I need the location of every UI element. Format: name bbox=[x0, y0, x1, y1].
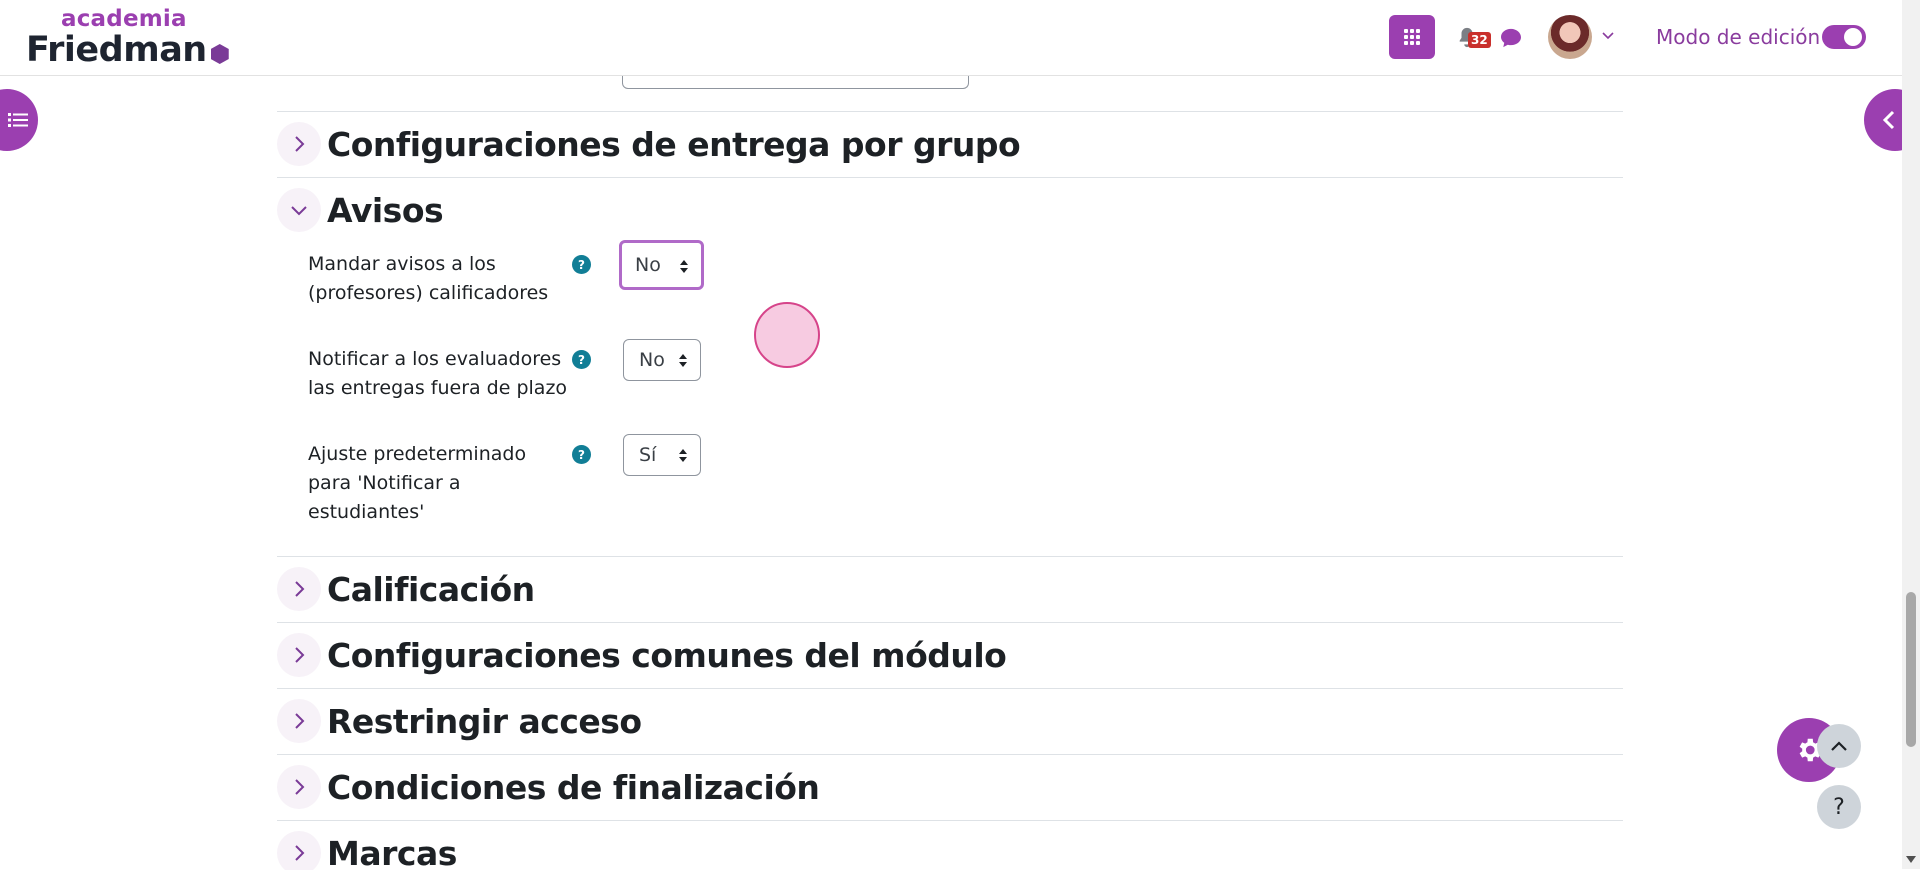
chevron-right-icon bbox=[293, 580, 305, 598]
sort-arrows-icon bbox=[678, 353, 688, 368]
help-icon[interactable]: ? bbox=[572, 445, 591, 464]
grid-icon bbox=[1404, 29, 1420, 45]
help-icon[interactable]: ? bbox=[572, 255, 591, 274]
chevron-right-icon bbox=[293, 135, 305, 153]
expand-button[interactable] bbox=[277, 765, 321, 809]
send-notices-row: Mandar avisos a los (profesores) calific… bbox=[308, 250, 591, 308]
late-notify-label: Notificar a los evaluadores las entregas… bbox=[308, 345, 568, 403]
default-notify-select[interactable]: Sí bbox=[623, 434, 701, 476]
section-notices: Avisos bbox=[277, 177, 1623, 242]
messages-icon[interactable] bbox=[1500, 28, 1522, 48]
section-title[interactable]: Configuraciones comunes del módulo bbox=[327, 636, 1006, 675]
user-avatar[interactable] bbox=[1548, 15, 1592, 59]
chevron-right-icon bbox=[293, 778, 305, 796]
section-title[interactable]: Condiciones de finalización bbox=[327, 768, 819, 807]
section-title[interactable]: Avisos bbox=[327, 191, 443, 230]
apps-menu-button[interactable] bbox=[1389, 15, 1435, 59]
section-grade: Calificación bbox=[277, 556, 1623, 621]
site-logo[interactable]: academia Friedman bbox=[26, 6, 229, 68]
list-icon bbox=[8, 112, 28, 128]
chevron-right-icon bbox=[293, 844, 305, 862]
expand-button[interactable] bbox=[277, 567, 321, 611]
edit-mode-toggle[interactable] bbox=[1822, 25, 1866, 49]
section-title[interactable]: Calificación bbox=[327, 570, 535, 609]
logo-bottom-text: Friedman bbox=[26, 32, 207, 68]
send-notices-select[interactable]: No bbox=[619, 240, 704, 290]
section-title[interactable]: Marcas bbox=[327, 834, 457, 870]
course-index-drawer-button[interactable] bbox=[0, 89, 38, 151]
default-notify-row: Ajuste predeterminado para 'Notificar a … bbox=[308, 440, 591, 527]
section-common-module: Configuraciones comunes del módulo bbox=[277, 622, 1623, 687]
scroll-to-top-button[interactable] bbox=[1817, 724, 1861, 768]
expand-button[interactable] bbox=[277, 831, 321, 870]
scrollbar-thumb[interactable] bbox=[1906, 592, 1916, 747]
help-fab-button[interactable]: ? bbox=[1817, 785, 1861, 829]
select-value: No bbox=[639, 349, 665, 371]
expand-button[interactable] bbox=[277, 122, 321, 166]
section-group-submission: Configuraciones de entrega por grupo bbox=[277, 111, 1623, 176]
toggle-knob bbox=[1844, 28, 1862, 46]
click-indicator bbox=[754, 302, 820, 368]
logo-top-text: academia bbox=[61, 6, 229, 32]
default-notify-label: Ajuste predeterminado para 'Notificar a … bbox=[308, 440, 538, 527]
section-restrict-access: Restringir acceso bbox=[277, 688, 1623, 753]
notification-count-badge: 32 bbox=[1468, 32, 1491, 48]
logo-hexagon-icon bbox=[211, 44, 229, 64]
page-scrollbar[interactable] bbox=[1902, 0, 1920, 869]
expand-button[interactable] bbox=[277, 699, 321, 743]
section-title[interactable]: Restringir acceso bbox=[327, 702, 642, 741]
section-title[interactable]: Configuraciones de entrega por grupo bbox=[327, 125, 1020, 164]
top-navbar: academia Friedman 32 Modo de edición bbox=[0, 0, 1902, 76]
chevron-up-icon bbox=[1830, 740, 1848, 752]
chevron-right-icon bbox=[293, 646, 305, 664]
expand-button[interactable] bbox=[277, 633, 321, 677]
section-tags: Marcas bbox=[277, 820, 1623, 870]
chevron-down-icon[interactable] bbox=[1601, 29, 1615, 43]
chevron-left-icon bbox=[1882, 110, 1896, 130]
select-value: Sí bbox=[639, 444, 656, 466]
send-notices-label: Mandar avisos a los (profesores) calific… bbox=[308, 250, 568, 308]
late-notify-row: Notificar a los evaluadores las entregas… bbox=[308, 345, 591, 403]
select-value: No bbox=[635, 254, 661, 276]
chevron-right-icon bbox=[293, 712, 305, 730]
edit-mode-label: Modo de edición bbox=[1656, 25, 1820, 49]
late-notify-select[interactable]: No bbox=[623, 339, 701, 381]
scroll-down-arrow-icon[interactable] bbox=[1906, 856, 1916, 863]
sort-arrows-icon bbox=[678, 448, 688, 463]
chevron-down-icon bbox=[290, 204, 308, 216]
sort-arrows-icon bbox=[679, 259, 689, 274]
help-icon[interactable]: ? bbox=[572, 350, 591, 369]
section-completion: Condiciones de finalización bbox=[277, 754, 1623, 819]
collapse-button[interactable] bbox=[277, 188, 321, 232]
